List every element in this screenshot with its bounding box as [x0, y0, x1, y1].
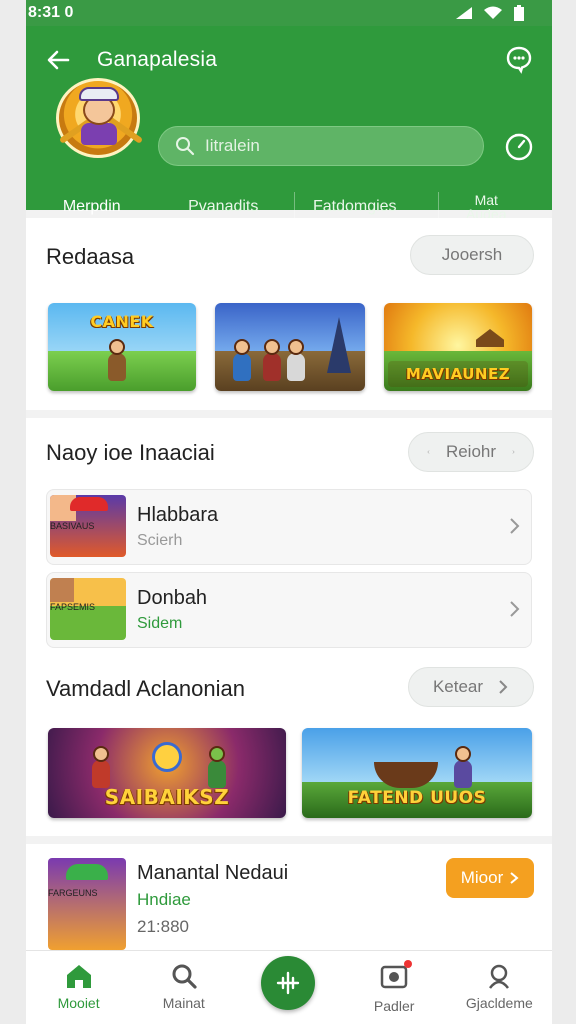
- tab-label: Fatdomgies: [312, 198, 397, 215]
- list-item[interactable]: BASIVAUS Hlabbara Scierh: [46, 489, 532, 565]
- nav-home[interactable]: Mooiet: [34, 951, 124, 1024]
- back-arrow-icon[interactable]: [44, 46, 72, 74]
- icon-character-head: [50, 578, 74, 602]
- game-icon: BASIVAUS: [50, 495, 126, 557]
- status-bar: 8:31 0: [26, 0, 552, 26]
- nav-label: Padler: [373, 998, 415, 1014]
- section-title: Redaasa: [46, 244, 135, 269]
- icon-banner: FAPSEMIS: [50, 602, 96, 612]
- list-item-name: Donbah: [137, 587, 208, 609]
- signal-icon: [456, 7, 472, 19]
- section-redaasa: Redaasa Jooersh CANEK MAVIAUNEZ: [26, 218, 552, 410]
- chevron-right-icon: [499, 680, 508, 694]
- thumbnail-character-head: [109, 339, 125, 355]
- app-logo: [56, 78, 144, 158]
- section-title: Naoy ioe Inaaciai: [46, 440, 215, 465]
- thumbnail-banner: MAVIAUNEZ: [388, 361, 528, 387]
- nav-profile[interactable]: Gjacldeme: [454, 951, 544, 1024]
- list-item-name: Hlabbara: [137, 504, 219, 526]
- status-icons: [454, 4, 526, 22]
- section-action-label: Ketear: [432, 677, 484, 696]
- featured-more-button[interactable]: Mioor: [446, 858, 534, 898]
- nav-label: Mainat: [162, 995, 205, 1011]
- thumbnail-banner: CANEK: [90, 311, 154, 331]
- game-thumbnail[interactable]: FATEND UUOS: [302, 728, 532, 818]
- app-header: Ganapalesia Merpdin Pvanadits Fat: [26, 26, 552, 236]
- icon-banner: BASIVAUS: [50, 521, 95, 531]
- game-thumbnail[interactable]: SAIBAIKSZ: [48, 728, 286, 818]
- tab-label: Mat Audea: [466, 192, 507, 222]
- status-time: 8:31 0: [28, 4, 74, 21]
- thumbnail-banner: SAIBAIKSZ: [104, 785, 230, 809]
- featured-game-genre: Hndiae: [137, 890, 191, 909]
- chevron-left-icon[interactable]: [427, 444, 430, 460]
- timer-icon[interactable]: [504, 132, 534, 162]
- thumbnail-character: [233, 353, 251, 381]
- chevron-right-icon: [510, 518, 520, 534]
- thumbnail-character-head: [93, 746, 109, 762]
- chevron-right-icon: [510, 872, 519, 884]
- nav-games[interactable]: Padler: [349, 951, 439, 1024]
- home-icon: [66, 965, 91, 988]
- thumbnail-character: [108, 353, 126, 381]
- thumbnail-character-head: [209, 746, 225, 762]
- section-naoy: Naoy ioe Inaaciai Reiohr BASIVAUS Hlabba…: [26, 418, 552, 836]
- profile-icon: [489, 964, 510, 989]
- nav-search[interactable]: Mainat: [139, 951, 229, 1024]
- search-icon: [172, 964, 197, 989]
- game-thumbnail[interactable]: [215, 303, 365, 391]
- plus-icon: [276, 971, 300, 995]
- icon-banner: FARGEUNS: [48, 888, 98, 898]
- list-item-sub: Scierh: [137, 532, 183, 549]
- thumbnail-character-head: [288, 339, 304, 355]
- section-pager[interactable]: Reiohr: [408, 432, 534, 472]
- thumbnail-banner: FATEND UUOS: [347, 788, 487, 808]
- featured-more-label: Mioor: [460, 868, 504, 887]
- wifi-icon: [484, 6, 502, 19]
- icon-character-hat: [66, 864, 108, 880]
- nav-label: Mooiet: [57, 995, 100, 1011]
- icon-character-hair: [70, 497, 108, 511]
- list-item[interactable]: FAPSEMIS Donbah Sidem: [46, 572, 532, 648]
- list-item-sub: Sidem: [137, 615, 183, 632]
- thumbnail-character: [287, 353, 305, 381]
- game-thumbnail[interactable]: CANEK: [48, 303, 196, 391]
- pager-label: Reiohr: [445, 442, 497, 461]
- notification-dot: [404, 960, 413, 968]
- battery-icon: [514, 5, 524, 21]
- thumbnail-character-head: [455, 746, 471, 762]
- thumbnail-sky: [384, 303, 532, 356]
- phone-screen: 8:31 0 Ganapalesia Iitralein Merpdin Pva…: [26, 0, 552, 1024]
- thumbnail-medallion: [152, 742, 182, 772]
- featured-game-icon: FARGEUNS: [48, 858, 126, 950]
- section-action-button[interactable]: Jooersh: [410, 235, 534, 275]
- thumbnail-character-head: [264, 339, 280, 355]
- search-input[interactable]: [205, 136, 455, 156]
- tab-label: Merpdin: [62, 198, 121, 215]
- add-button[interactable]: [261, 956, 315, 1010]
- nav-label: Gjacldeme: [465, 995, 533, 1011]
- tab-label: Pvanadits: [188, 198, 259, 215]
- section-action-button[interactable]: Ketear: [408, 667, 534, 707]
- featured-game-count: 21:880: [137, 917, 189, 936]
- logo-character-hat: [79, 87, 119, 101]
- game-thumbnail[interactable]: MAVIAUNEZ: [384, 303, 532, 391]
- chat-icon[interactable]: [504, 44, 534, 74]
- search-bar[interactable]: [158, 126, 484, 166]
- featured-game-name: Manantal Nedaui: [137, 862, 289, 884]
- thumbnail-character: [263, 353, 281, 381]
- logo-character-body: [81, 123, 117, 145]
- chevron-right-icon[interactable]: [512, 444, 515, 460]
- game-icon: FAPSEMIS: [50, 578, 126, 640]
- chevron-right-icon: [510, 601, 520, 617]
- thumbnail-character-head: [234, 339, 250, 355]
- search-icon: [176, 137, 195, 156]
- app-title: Ganapalesia: [97, 48, 218, 71]
- section-title: Vamdadl Aclanonian: [46, 676, 245, 701]
- gamepad-icon-wrap: [379, 960, 413, 992]
